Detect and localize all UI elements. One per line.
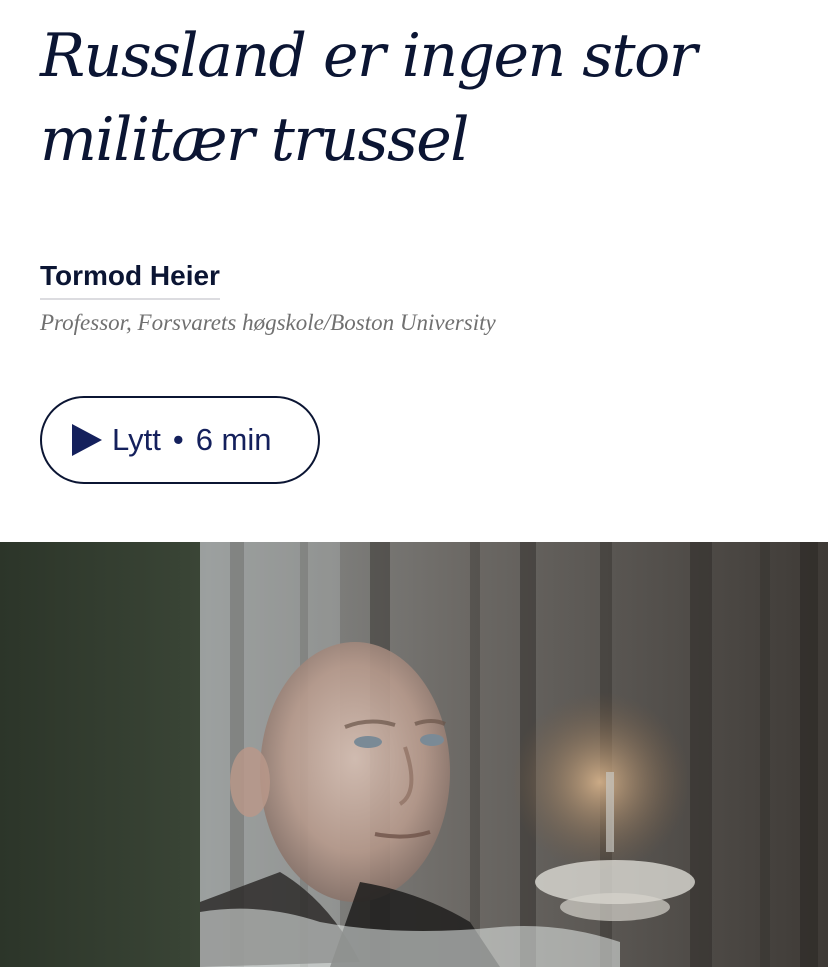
article-photo — [0, 542, 828, 967]
byline: Tormod Heier Professor, Forsvarets høgsk… — [40, 258, 740, 338]
listen-separator: • — [172, 422, 184, 457]
article-headline: Russland er ingen stor militær trussel — [40, 21, 697, 175]
play-icon — [72, 424, 102, 456]
listen-label: Lytt — [112, 422, 161, 457]
author-title: Professor, Forsvarets høgskole/Boston Un… — [40, 310, 496, 335]
author-name-link[interactable]: Tormod Heier — [40, 258, 220, 300]
listen-button[interactable]: Lytt • 6 min — [40, 396, 320, 484]
listen-duration: 6 min — [195, 422, 272, 457]
article-page: Russland er ingen stor militær trussel T… — [0, 0, 828, 967]
